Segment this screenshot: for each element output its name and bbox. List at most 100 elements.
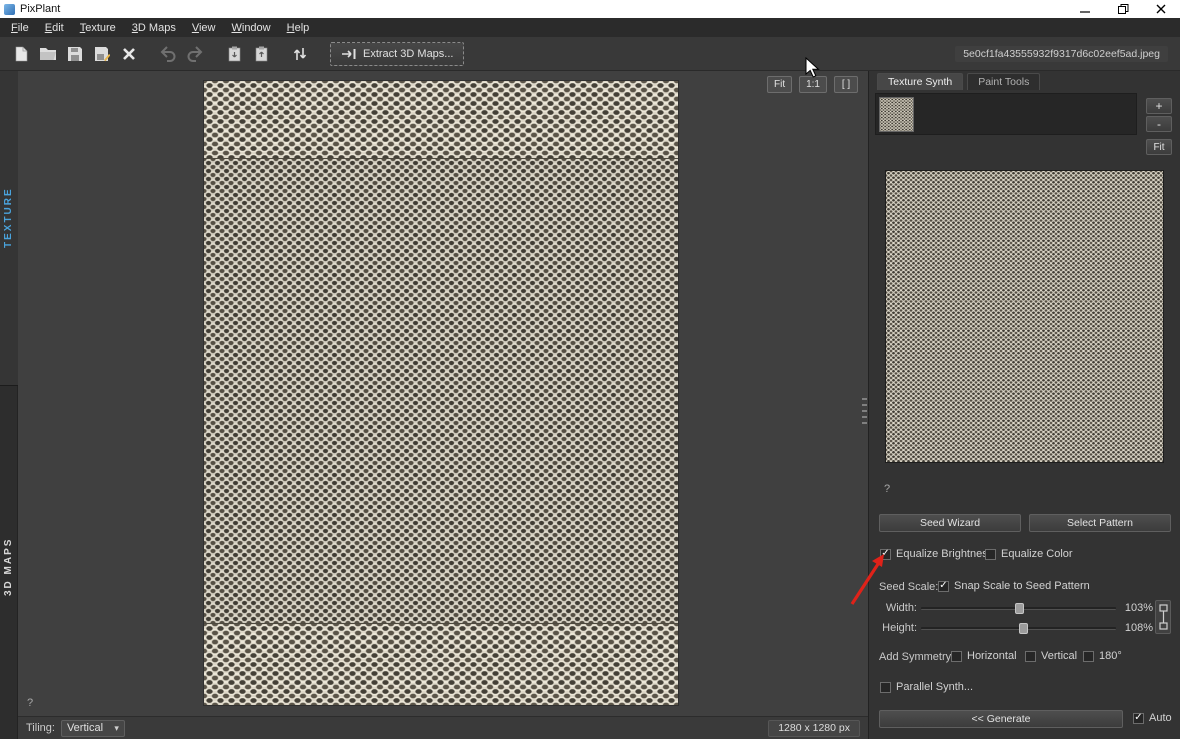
symmetry-vertical-option: Vertical: [1025, 650, 1077, 662]
menu-file[interactable]: File: [3, 20, 37, 36]
close-icon: [1156, 4, 1166, 14]
generate-button[interactable]: << Generate: [879, 710, 1123, 728]
seed-thumbnail-strip: [875, 93, 1137, 135]
height-slider-handle[interactable]: [1019, 623, 1028, 634]
save-as-button[interactable]: [89, 41, 115, 67]
undo-button[interactable]: [155, 41, 181, 67]
extract-3d-maps-label: Extract 3D Maps...: [363, 47, 454, 60]
save-icon: [67, 46, 83, 62]
symmetry-horizontal-option: Horizontal: [951, 650, 1017, 662]
tiling-value: Vertical: [66, 722, 104, 734]
texture-image[interactable]: [204, 81, 678, 705]
restore-icon: [1117, 4, 1129, 14]
auto-generate-option: ✓ Auto: [1133, 712, 1172, 724]
new-file-icon: [13, 46, 29, 62]
seed-thumbnail[interactable]: [879, 97, 914, 132]
seed-scale-label: Seed Scale:: [879, 581, 939, 593]
select-pattern-button[interactable]: Select Pattern: [1029, 514, 1171, 532]
mode-strip: [0, 71, 18, 739]
parallel-synth-label: Parallel Synth...: [896, 681, 974, 693]
close-button[interactable]: [1142, 0, 1180, 18]
texture-canvas: Fit 1:1 [ ] ?: [18, 71, 868, 716]
panel-tabs: Texture Synth Paint Tools: [877, 73, 1041, 90]
undo-icon: [159, 45, 177, 62]
copy-texture-button[interactable]: [248, 41, 274, 67]
snap-scale-checkbox[interactable]: ✓: [938, 580, 949, 592]
paste-seed-button[interactable]: [221, 41, 247, 67]
auto-checkbox[interactable]: ✓: [1133, 712, 1144, 724]
texture-tile-band-top: [204, 81, 678, 158]
transfer-arrows-icon: [292, 46, 308, 62]
menu-bar: File Edit Texture 3D Maps View Window He…: [0, 18, 1180, 37]
canvas-help-icon[interactable]: ?: [27, 697, 33, 709]
strip-divider: [0, 385, 18, 386]
symmetry-180-checkbox[interactable]: [1083, 650, 1094, 662]
window-controls: [1066, 0, 1180, 18]
equalize-brightness-checkbox[interactable]: ✓: [880, 548, 891, 560]
tiling-label: Tiling:: [26, 722, 55, 734]
tiling-dropdown[interactable]: Vertical ▾: [60, 719, 125, 737]
save-button[interactable]: [62, 41, 88, 67]
menu-help[interactable]: Help: [279, 20, 318, 36]
equalize-color-checkbox[interactable]: [985, 548, 996, 560]
close-project-button[interactable]: [116, 41, 142, 67]
tab-texture-mode[interactable]: TEXTURE: [3, 187, 14, 248]
remove-seed-button[interactable]: -: [1146, 116, 1172, 132]
symmetry-vertical-label: Vertical: [1041, 650, 1078, 662]
snap-scale-label: Snap Scale to Seed Pattern: [954, 580, 1090, 592]
seed-preview-image[interactable]: [885, 170, 1164, 463]
tab-3d-maps-mode[interactable]: 3D MAPS: [3, 538, 14, 596]
symmetry-180-label: 180°: [1099, 650, 1122, 662]
symmetry-180-option: 180°: [1083, 650, 1122, 662]
title-bar: PixPlant: [0, 0, 1180, 18]
open-file-button[interactable]: [35, 41, 61, 67]
open-folder-icon: [39, 46, 57, 61]
clipboard-paste-icon: [227, 46, 242, 62]
tab-texture-synth[interactable]: Texture Synth: [877, 73, 964, 90]
fit-view-button[interactable]: Fit: [766, 76, 793, 93]
view-controls: Fit 1:1 [ ]: [766, 76, 858, 93]
menu-texture[interactable]: Texture: [72, 20, 124, 36]
width-slider-track[interactable]: [921, 603, 1116, 614]
panel-help-icon[interactable]: ?: [884, 483, 890, 495]
menu-view[interactable]: View: [184, 20, 224, 36]
open-filename: 5e0cf1fa43555932f9317d6c02eef5ad.jpeg: [955, 45, 1168, 62]
width-slider-handle[interactable]: [1015, 603, 1024, 614]
extract-arrow-icon: [341, 48, 357, 60]
menu-edit[interactable]: Edit: [37, 20, 72, 36]
parallel-synth-option: Parallel Synth...: [880, 681, 973, 693]
redo-button[interactable]: [182, 41, 208, 67]
status-bar: Tiling: Vertical ▾ 1280 x 1280 px: [18, 716, 868, 739]
add-seed-button[interactable]: +: [1146, 98, 1172, 114]
extract-3d-maps-button[interactable]: Extract 3D Maps...: [330, 41, 465, 66]
app-icon: [4, 3, 15, 15]
menu-3d-maps[interactable]: 3D Maps: [124, 20, 184, 36]
expand-view-button[interactable]: [ ]: [834, 76, 858, 93]
clipboard-copy-icon: [254, 46, 269, 62]
equalize-color-label: Equalize Color: [1001, 548, 1073, 560]
height-label: Height:: [882, 622, 917, 634]
transfer-views-button[interactable]: [287, 41, 313, 67]
seed-wizard-button[interactable]: Seed Wizard: [879, 514, 1021, 532]
minimize-button[interactable]: [1066, 0, 1104, 18]
tab-paint-tools[interactable]: Paint Tools: [967, 73, 1041, 90]
window-title: PixPlant: [20, 3, 61, 15]
symmetry-horizontal-label: Horizontal: [967, 650, 1017, 662]
width-label: Width:: [885, 602, 917, 614]
preview-fit-button[interactable]: Fit: [1146, 139, 1172, 155]
height-slider-track[interactable]: [921, 623, 1116, 634]
symmetry-vertical-checkbox[interactable]: [1025, 650, 1036, 662]
panel-splitter-handle[interactable]: [862, 396, 867, 424]
width-slider-row: Width: 103%: [869, 601, 1180, 615]
add-symmetry-label: Add Symmetry:: [879, 651, 955, 663]
menu-window[interactable]: Window: [223, 20, 278, 36]
parallel-synth-checkbox[interactable]: [880, 681, 891, 693]
actual-size-button[interactable]: 1:1: [799, 76, 827, 93]
restore-button[interactable]: [1104, 0, 1142, 18]
new-file-button[interactable]: [8, 41, 34, 67]
link-width-height-button[interactable]: [1155, 600, 1171, 634]
chain-link-icon: [1158, 604, 1169, 630]
symmetry-horizontal-checkbox[interactable]: [951, 650, 962, 662]
right-panel: Texture Synth Paint Tools + - Fit ? Seed…: [868, 71, 1180, 739]
height-value: 108%: [1124, 622, 1153, 634]
